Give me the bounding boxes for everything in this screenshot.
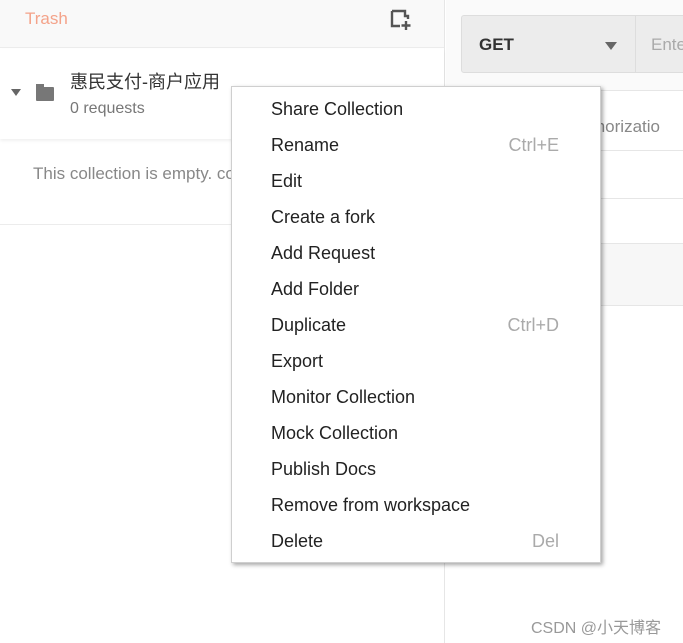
- menu-item-label: Edit: [271, 171, 303, 191]
- menu-item-mock-collection[interactable]: Mock Collection: [232, 415, 600, 451]
- menu-item-label: Add Folder: [271, 279, 360, 299]
- tab-authorization[interactable]: thorizatio: [591, 117, 660, 137]
- menu-item-label: Share Collection: [271, 99, 404, 119]
- new-collection-icon[interactable]: [389, 8, 413, 32]
- menu-item-monitor-collection[interactable]: Monitor Collection: [232, 379, 600, 415]
- menu-item-duplicate[interactable]: Duplicate Ctrl+D: [232, 307, 600, 343]
- chevron-down-icon: [605, 42, 617, 50]
- watermark: CSDN @小天博客: [531, 620, 662, 637]
- menu-item-delete[interactable]: Delete Del: [232, 523, 600, 559]
- menu-item-label: Monitor Collection: [271, 387, 416, 407]
- menu-item-edit[interactable]: Edit: [232, 163, 600, 199]
- folder-icon: [36, 84, 54, 101]
- menu-item-label: Add Request: [271, 243, 376, 263]
- menu-item-publish-docs[interactable]: Publish Docs: [232, 451, 600, 487]
- caret-down-icon[interactable]: [11, 89, 21, 96]
- collection-name: 惠民支付-商户应用: [70, 72, 220, 92]
- menu-item-shortcut: Ctrl+D: [507, 315, 559, 335]
- menu-item-label: Remove from workspace: [271, 495, 471, 515]
- menu-item-rename[interactable]: Rename Ctrl+E: [232, 127, 600, 163]
- menu-item-label: Rename: [271, 135, 340, 155]
- menu-item-label: Export: [271, 351, 324, 371]
- menu-item-label: Delete: [271, 531, 324, 551]
- menu-item-shortcut: Ctrl+E: [508, 135, 559, 155]
- menu-item-label: Publish Docs: [271, 459, 377, 479]
- menu-item-label: Duplicate: [271, 315, 347, 335]
- url-placeholder: Ente: [651, 35, 683, 54]
- url-input[interactable]: Ente: [635, 15, 683, 73]
- menu-item-add-folder[interactable]: Add Folder: [232, 271, 600, 307]
- sidebar-toolbar: Trash: [0, 0, 444, 48]
- trash-link[interactable]: Trash: [25, 9, 68, 29]
- menu-item-label: Mock Collection: [271, 423, 399, 443]
- request-bar: GET Ente: [446, 0, 683, 90]
- menu-item-share-collection[interactable]: Share Collection: [232, 91, 600, 127]
- menu-item-add-request[interactable]: Add Request: [232, 235, 600, 271]
- collection-request-count: 0 requests: [70, 100, 145, 117]
- menu-item-label: Create a fork: [271, 207, 376, 227]
- menu-item-shortcut: Del: [531, 531, 559, 551]
- menu-item-remove-from-workspace[interactable]: Remove from workspace: [232, 487, 600, 523]
- context-menu: Share Collection Rename Ctrl+E Edit Create a…: [231, 86, 601, 563]
- menu-item-create-a-fork[interactable]: Create a fork: [232, 199, 600, 235]
- menu-item-export[interactable]: Export: [232, 343, 600, 379]
- method-select[interactable]: GET: [461, 15, 636, 73]
- method-label: GET: [479, 35, 514, 54]
